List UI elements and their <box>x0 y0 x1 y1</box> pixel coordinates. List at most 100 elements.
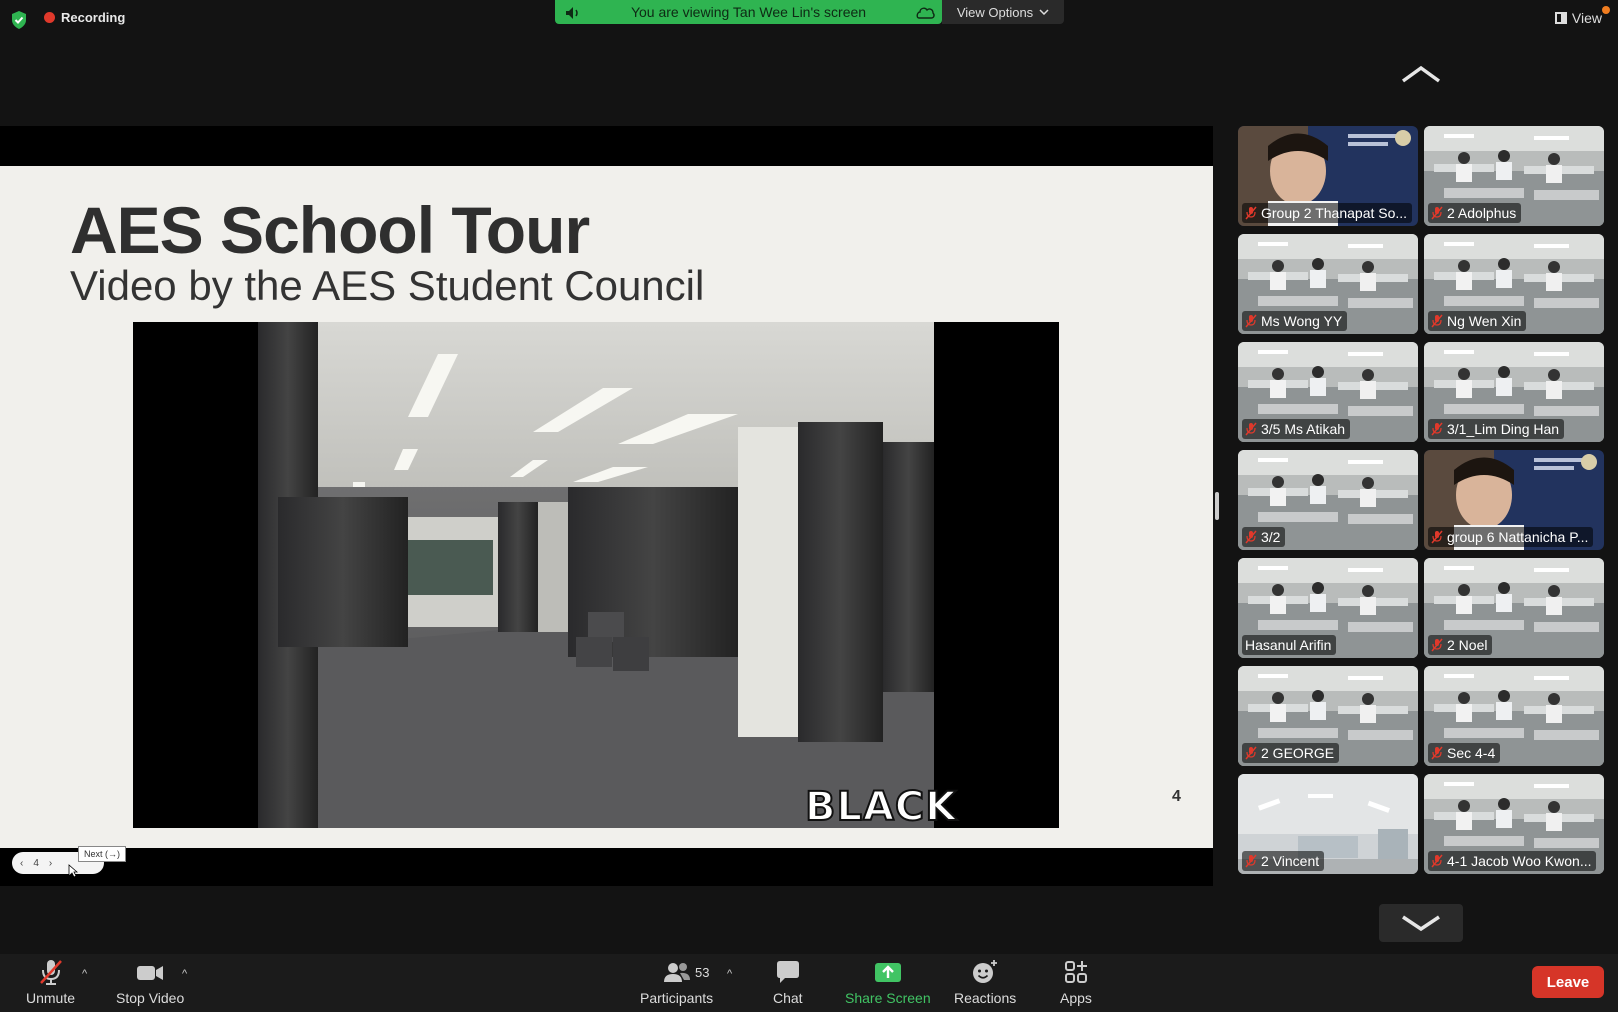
participant-tile[interactable]: 3/5 Ms Atikah <box>1238 342 1418 442</box>
participants-icon <box>663 963 690 982</box>
view-options-label: View Options <box>956 4 1034 20</box>
participant-name-tag: 3/2 <box>1242 527 1286 547</box>
chat-label: Chat <box>773 990 803 1006</box>
recording-indicator[interactable]: Recording <box>44 10 125 25</box>
shared-screen: AES School Tour Video by the AES Student… <box>0 126 1213 886</box>
participant-name-tag: 4-1 Jacob Woo Kwon... <box>1428 851 1597 871</box>
stop-video-button[interactable]: Stop Video <box>116 958 184 1006</box>
participant-tile[interactable]: 2 GEORGE <box>1238 666 1418 766</box>
pager-page-number: 4 <box>33 857 39 869</box>
black-box-room-image <box>258 322 934 828</box>
participant-name-tag: group 6 Nattanicha P... <box>1428 527 1594 547</box>
reactions-icon <box>973 960 998 983</box>
muted-mic-icon <box>1431 530 1443 544</box>
participants-count: 53 <box>695 965 710 980</box>
participant-name-tag: Ms Wong YY <box>1242 311 1348 331</box>
share-screen-label: Share Screen <box>845 990 931 1006</box>
participant-name: 3/5 Ms Atikah <box>1261 421 1346 437</box>
slide-page-number: 4 <box>1172 788 1181 805</box>
next-tooltip: Next (→) <box>78 846 126 862</box>
participant-tile[interactable]: 2 Adolphus <box>1424 126 1604 226</box>
chat-button[interactable]: Chat <box>773 958 803 1006</box>
muted-mic-icon <box>1245 746 1257 760</box>
participant-tile[interactable]: 4-1 Jacob Woo Kwon... <box>1424 774 1604 874</box>
participant-tile[interactable]: 2 Noel <box>1424 558 1604 658</box>
recording-label: Recording <box>61 10 126 25</box>
banner-text: You are viewing Tan Wee Lin's screen <box>630 4 867 20</box>
stop-video-label: Stop Video <box>116 990 185 1006</box>
participant-name-tag: Hasanul Arifin <box>1242 635 1337 655</box>
speaker-icon[interactable] <box>565 6 583 20</box>
participants-options-chevron-icon[interactable]: ^ <box>727 968 732 980</box>
participant-name: Ms Wong YY <box>1261 313 1343 329</box>
view-options-button[interactable]: View Options <box>942 0 1064 24</box>
muted-mic-icon <box>1245 854 1257 868</box>
slide-title: AES School Tour <box>70 193 590 267</box>
mouse-cursor-icon <box>68 864 78 878</box>
muted-mic-icon <box>1245 422 1257 436</box>
zoom-meeting-window: Recording You are viewing Tan Wee Lin's … <box>0 0 1618 1012</box>
participant-name-tag: Ng Wen Xin <box>1428 311 1527 331</box>
participant-name-tag: 3/5 Ms Atikah <box>1242 419 1351 439</box>
participant-tile[interactable]: Sec 4-4 <box>1424 666 1604 766</box>
participants-label: Participants <box>640 990 714 1006</box>
muted-mic-icon <box>1431 206 1443 220</box>
presentation-slide: AES School Tour Video by the AES Student… <box>0 166 1213 848</box>
unmute-label: Unmute <box>26 990 76 1006</box>
participant-name: Sec 4-4 <box>1447 745 1496 761</box>
participant-tile[interactable]: 3/1_Lim Ding Han <box>1424 342 1604 442</box>
participant-name-tag: 2 GEORGE <box>1242 743 1340 763</box>
leave-button[interactable]: Leave <box>1532 966 1604 998</box>
chevron-down-icon <box>1039 9 1049 15</box>
video-camera-icon <box>137 966 164 980</box>
chevron-down-icon <box>1402 915 1440 932</box>
participant-name-tag: 3/1_Lim Ding Han <box>1428 419 1565 439</box>
meeting-toolbar: Unmute ^ Stop Video ^ Participants ^ Cha… <box>0 954 1618 1012</box>
view-button[interactable]: View <box>1554 10 1602 26</box>
video-options-chevron-icon[interactable]: ^ <box>182 968 187 980</box>
participant-name: 2 Noel <box>1447 637 1488 653</box>
apps-icon <box>1064 961 1087 983</box>
chevron-up-icon[interactable] <box>1400 64 1442 84</box>
participant-tile[interactable]: group 6 Nattanicha P... <box>1424 450 1604 550</box>
participant-name: 3/2 <box>1261 529 1281 545</box>
muted-mic-icon <box>1245 314 1257 328</box>
muted-mic-icon <box>1245 530 1257 544</box>
participant-name: Hasanul Arifin <box>1245 637 1332 653</box>
next-slide-icon[interactable]: › <box>49 858 52 869</box>
participant-tile[interactable]: Ng Wen Xin <box>1424 234 1604 334</box>
muted-mic-icon <box>1431 854 1443 868</box>
share-screen-button[interactable]: Share Screen <box>845 958 931 1006</box>
muted-mic-icon <box>39 960 62 985</box>
embedded-video[interactable]: BLACK BOX <box>133 322 1059 828</box>
video-caption: BLACK BOX <box>804 783 958 828</box>
participant-tile[interactable]: Group 2 Thanapat So... <box>1238 126 1418 226</box>
shield-icon[interactable] <box>10 10 28 30</box>
layout-icon <box>1554 12 1567 24</box>
participant-name: 2 Vincent <box>1261 853 1320 869</box>
audio-options-chevron-icon[interactable]: ^ <box>82 968 87 980</box>
chat-icon <box>776 961 799 983</box>
participant-name-tag: 2 Adolphus <box>1428 203 1522 223</box>
participant-name-tag: 2 Vincent <box>1242 851 1325 871</box>
participant-tile[interactable]: Hasanul Arifin <box>1238 558 1418 658</box>
participant-name-tag: Sec 4-4 <box>1428 743 1501 763</box>
participant-name: 2 GEORGE <box>1261 745 1335 761</box>
previous-slide-icon[interactable]: ‹ <box>20 858 23 869</box>
participant-name: Group 2 Thanapat So... <box>1261 205 1408 221</box>
participant-name-tag: 2 Noel <box>1428 635 1493 655</box>
muted-mic-icon <box>1431 422 1443 436</box>
participant-name: Ng Wen Xin <box>1447 313 1522 329</box>
muted-mic-icon <box>1431 314 1443 328</box>
reactions-label: Reactions <box>954 990 1017 1006</box>
muted-mic-icon <box>1245 206 1257 220</box>
participant-tile[interactable]: 3/2 <box>1238 450 1418 550</box>
next-page-button[interactable] <box>1379 904 1463 942</box>
participant-tile[interactable]: Ms Wong YY <box>1238 234 1418 334</box>
apps-button[interactable]: Apps <box>1060 958 1092 1006</box>
participant-tile[interactable]: 2 Vincent <box>1238 774 1418 874</box>
reactions-button[interactable]: Reactions <box>954 958 1016 1006</box>
muted-mic-icon <box>1431 638 1443 652</box>
unmute-button[interactable]: Unmute <box>26 958 75 1006</box>
panel-resize-handle[interactable] <box>1215 492 1219 520</box>
